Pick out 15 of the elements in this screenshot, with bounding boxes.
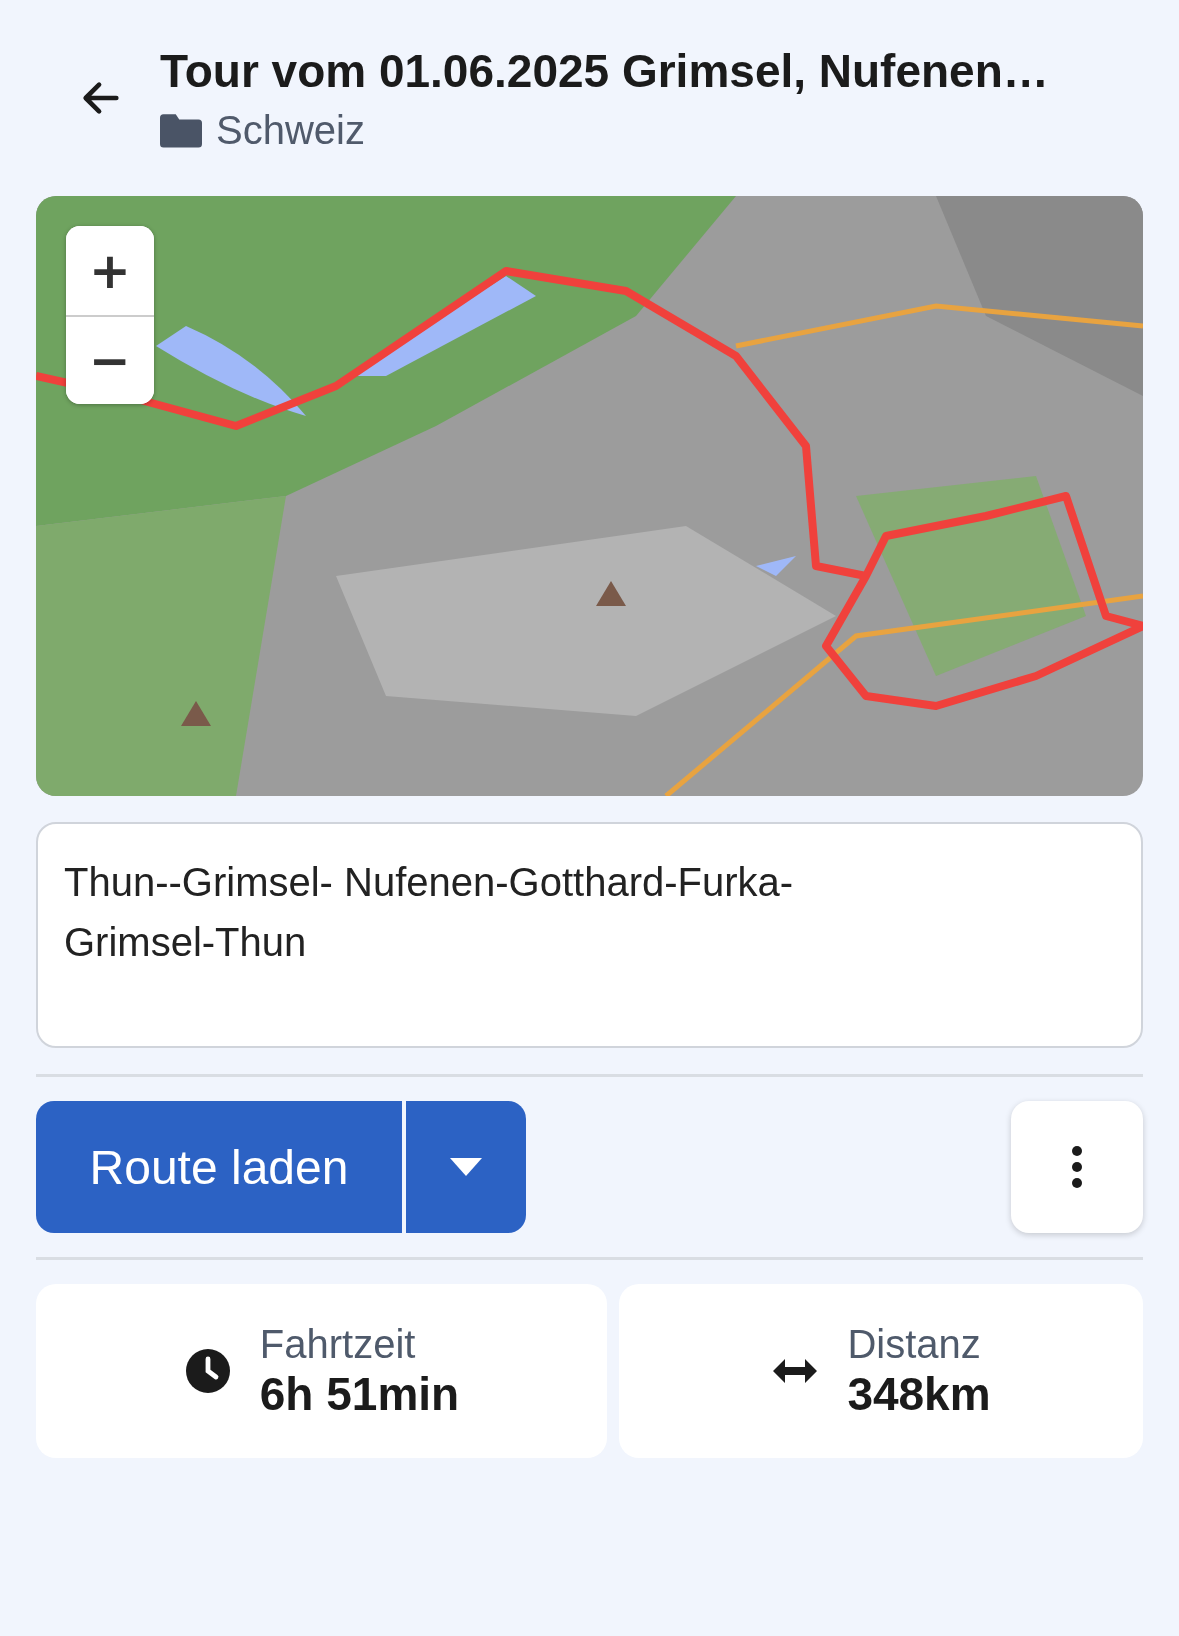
folder-icon (160, 112, 202, 148)
stat-label: Fahrtzeit (259, 1321, 417, 1367)
folder-name: Schweiz (216, 107, 365, 153)
description-field[interactable]: Thun--Grimsel- Nufenen-Gotthard-Furka-Grimsel-Thun (36, 822, 1143, 1048)
stat-value: 348km (847, 1366, 991, 1421)
dropdown-button[interactable] (406, 1101, 526, 1233)
clock-icon (183, 1347, 232, 1395)
tour-title: Tour vom 01.06.2025 Grimsel, Nufenen… (160, 43, 1049, 98)
zoom-out-button[interactable]: − (66, 315, 154, 404)
caret-icon (450, 1158, 482, 1176)
load-route-button[interactable]: Route laden (36, 1101, 402, 1233)
stat-label: Distanz (847, 1321, 982, 1367)
kebab-menu-icon (1071, 1145, 1083, 1189)
stat-value: 6h 51min (259, 1366, 460, 1421)
zoom-in-button[interactable]: + (66, 226, 154, 315)
